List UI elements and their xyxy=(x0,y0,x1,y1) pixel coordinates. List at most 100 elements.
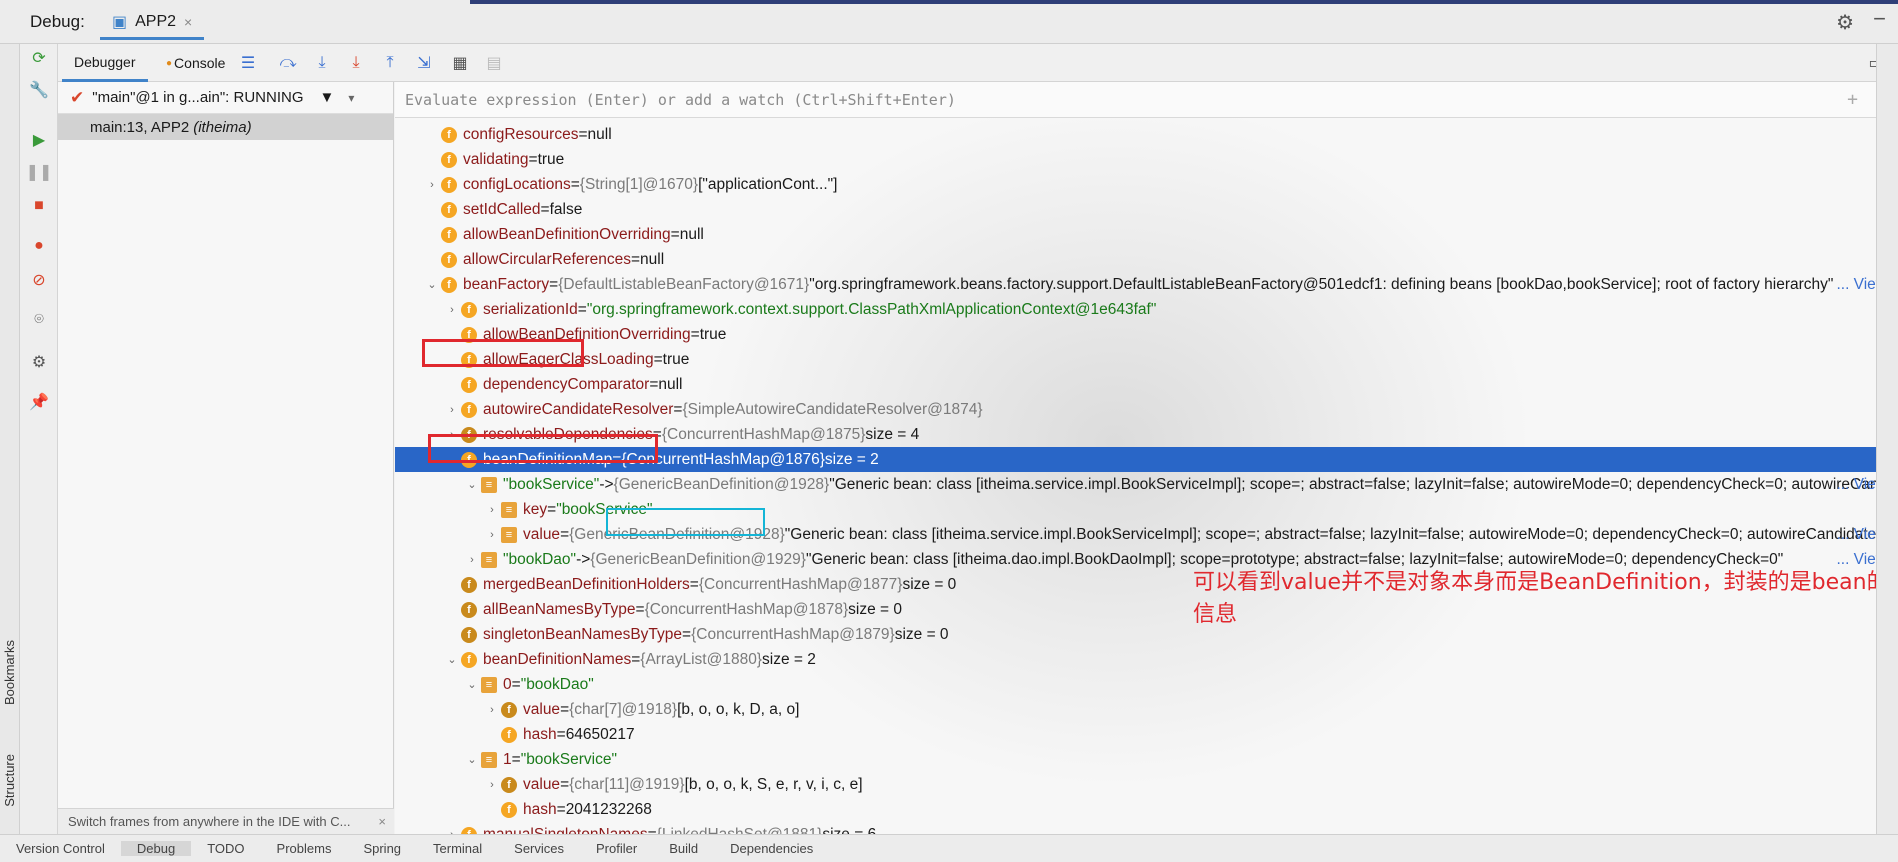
expand-toggle-icon[interactable]: ⌄ xyxy=(443,653,461,666)
expand-toggle-icon[interactable]: › xyxy=(483,504,501,516)
step-into-icon[interactable]: ⤓ xyxy=(310,51,334,75)
tree-val: size = 2 xyxy=(824,450,879,468)
expand-toggle-icon[interactable]: › xyxy=(443,304,461,316)
tab-app2[interactable]: ▣ APP2 × xyxy=(100,6,205,40)
stop-icon[interactable]: ■ xyxy=(27,194,51,218)
run-to-cursor-icon[interactable]: ⇲ xyxy=(412,51,436,75)
toolwindow-debug[interactable]: Debug xyxy=(120,841,192,856)
expand-toggle-icon[interactable]: › xyxy=(463,554,481,566)
expand-toggle-icon[interactable]: › xyxy=(443,404,461,416)
expand-toggle-icon[interactable]: › xyxy=(423,179,441,191)
minimize-icon[interactable]: − xyxy=(1873,6,1886,32)
camera-icon[interactable]: ⌾ xyxy=(27,308,51,332)
tree-val: ["applicationCont..."] xyxy=(698,175,838,193)
trace-icon[interactable]: ▤ xyxy=(482,51,506,75)
structure-tab[interactable]: Structure xyxy=(2,754,17,807)
tree-eq: = xyxy=(578,125,588,143)
bookmarks-tab[interactable]: Bookmarks xyxy=(2,640,17,705)
tree-name: allowBeanDefinitionOverriding xyxy=(463,225,671,243)
mute-breakpoints-icon[interactable]: ⊘ xyxy=(27,268,51,292)
expand-toggle-icon[interactable]: ⌄ xyxy=(423,278,441,291)
toolwindow-version-control[interactable]: Version Control xyxy=(0,841,121,856)
field-icon: f xyxy=(441,151,457,168)
tree-row[interactable]: f setIdCalled = false xyxy=(395,197,1887,222)
wrench-icon[interactable]: 🔧 xyxy=(27,78,51,102)
tree-row[interactable]: f hash = 64650217 xyxy=(395,722,1887,747)
tree-row[interactable]: f allowEagerClassLoading = true xyxy=(395,347,1887,372)
tree-name: 1 xyxy=(503,750,512,768)
tree-row[interactable]: f validating = true xyxy=(395,147,1887,172)
step-over-icon[interactable]: ⤼ xyxy=(276,51,300,75)
tab-debugger[interactable]: Debugger xyxy=(62,44,148,82)
tree-name: configLocations xyxy=(463,175,571,193)
tree-row[interactable]: f allowCircularReferences = null xyxy=(395,247,1887,272)
close-icon[interactable]: × xyxy=(378,814,386,829)
tree-val: size = 0 xyxy=(902,575,957,593)
close-icon[interactable]: × xyxy=(184,14,192,30)
tree-row[interactable]: f configResources = null xyxy=(395,122,1887,147)
tree-row[interactable]: › f value = {char[11]@1919} [b, o, o, k, S… xyxy=(395,772,1887,797)
evaluate-icon[interactable]: ▦ xyxy=(448,51,472,75)
checkmark-icon: ✔ xyxy=(70,87,85,107)
toolwindow-build[interactable]: Build xyxy=(653,841,714,856)
expand-toggle-icon[interactable]: ⌄ xyxy=(463,678,481,691)
entry-icon: ≡ xyxy=(481,551,497,568)
toolwindow-spring[interactable]: Spring xyxy=(347,841,417,856)
toolwindow-problems[interactable]: Problems xyxy=(261,841,348,856)
gear-icon[interactable]: ⚙ xyxy=(1836,10,1854,35)
tree-type: {GenericBeanDefinition@1928} xyxy=(613,475,830,493)
rerun-icon[interactable]: ⟳ xyxy=(27,46,51,70)
field-icon: f xyxy=(441,176,457,193)
toolwindow-services[interactable]: Services xyxy=(498,841,580,856)
expand-toggle-icon[interactable]: › xyxy=(483,529,501,541)
tree-row[interactable]: f dependencyComparator = null xyxy=(395,372,1887,397)
pause-icon[interactable]: ❚❚ xyxy=(26,160,53,184)
tree-row[interactable]: ⌄ ≡ "bookService" -> {GenericBeanDefinitio… xyxy=(395,472,1887,497)
toolwindow-terminal[interactable]: Terminal xyxy=(417,841,498,856)
layout-icon[interactable]: ☰ xyxy=(236,51,260,75)
force-step-into-icon[interactable]: ⤓ xyxy=(344,51,368,75)
field-icon: f xyxy=(461,401,477,418)
thread-selector[interactable]: ✔ "main"@1 in g...ain": RUNNING ▼ ▾ xyxy=(58,82,393,114)
step-out-icon[interactable]: ⤒ xyxy=(378,51,402,75)
settings-icon[interactable]: ⚙ xyxy=(27,350,51,374)
tree-row[interactable]: › f serializationId = "org.springframework… xyxy=(395,297,1887,322)
toolwindow-todo[interactable]: TODO xyxy=(191,841,260,856)
tree-name: beanFactory xyxy=(463,275,550,293)
tree-row[interactable]: ⌄ f beanDefinitionNames = {ArrayList@1880}… xyxy=(395,647,1887,672)
expand-toggle-icon[interactable]: ⌄ xyxy=(463,478,481,491)
tree-name: beanDefinitionNames xyxy=(483,650,632,668)
resume-icon[interactable]: ▶ xyxy=(27,128,51,152)
tree-row[interactable]: › f value = {char[7]@1918} [b, o, o, k, D,… xyxy=(395,697,1887,722)
toolwindow-dependencies[interactable]: Dependencies xyxy=(714,841,829,856)
tree-row[interactable]: ⌄ ≡ 1 = "bookService" xyxy=(395,747,1887,772)
tree-name: hash xyxy=(523,800,557,818)
expand-toggle-icon[interactable]: ⌄ xyxy=(463,753,481,766)
tree-row[interactable]: ⌄ f beanFactory = {DefaultListableBeanFact… xyxy=(395,272,1887,297)
tree-val: null xyxy=(658,375,683,393)
tree-type: {char[7]@1918} xyxy=(569,700,678,718)
stack-frame[interactable]: main:13, APP2 (itheima) xyxy=(58,114,393,140)
tree-type: {ConcurrentHashMap@1879} xyxy=(691,625,895,643)
tree-row[interactable]: f allowBeanDefinitionOverriding = true xyxy=(395,322,1887,347)
tree-type: {ConcurrentHashMap@1878} xyxy=(644,600,849,618)
tree-row[interactable]: f allowBeanDefinitionOverriding = null xyxy=(395,222,1887,247)
tree-row[interactable]: › f autowireCandidateResolver = {SimpleAut… xyxy=(395,397,1887,422)
tree-row[interactable]: › f configLocations = {String[1]@1670} ["a… xyxy=(395,172,1887,197)
tree-row[interactable]: ⌄ ≡ 0 = "bookDao" xyxy=(395,672,1887,697)
tree-name: setIdCalled xyxy=(463,200,541,218)
tab-console[interactable]: ● Console xyxy=(154,44,237,82)
pin-icon[interactable]: 📌 xyxy=(27,390,51,414)
tree-val: "org.springframework.beans.factory.suppo… xyxy=(809,275,1834,293)
expand-toggle-icon[interactable]: › xyxy=(483,704,501,716)
tree-row[interactable]: f hash = 2041232268 xyxy=(395,797,1887,822)
tree-eq: = xyxy=(560,700,570,718)
toolwindow-profiler[interactable]: Profiler xyxy=(580,841,653,856)
view-breakpoints-icon[interactable]: ● xyxy=(27,234,51,258)
add-watch-icon[interactable]: + xyxy=(1847,89,1858,110)
filter-icon[interactable]: ▼ xyxy=(320,89,335,106)
evaluate-expression-input[interactable]: Evaluate expression (Enter) or add a wat… xyxy=(395,82,1898,118)
tree-val: false xyxy=(549,200,583,218)
chevron-down-icon[interactable]: ▾ xyxy=(348,91,354,105)
expand-toggle-icon[interactable]: › xyxy=(483,779,501,791)
